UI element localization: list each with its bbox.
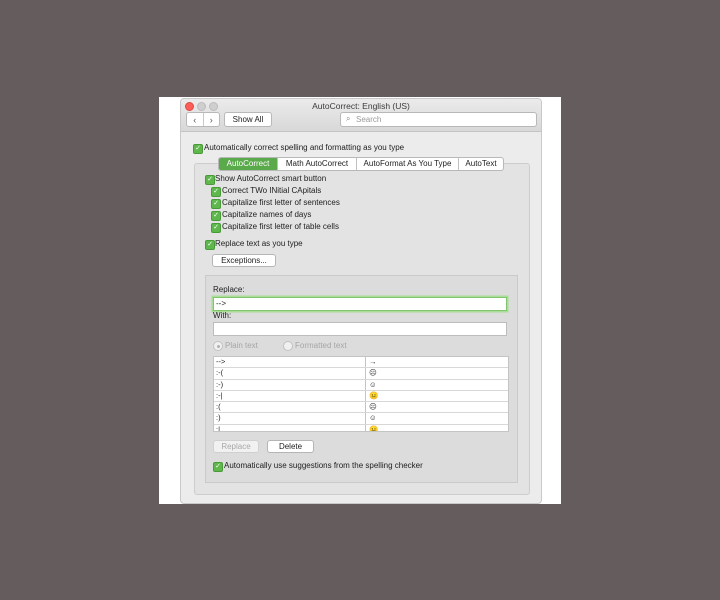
formatted-text-radio[interactable] [283, 341, 293, 351]
replace-label: Replace: [213, 285, 245, 294]
auto-correct-checkbox[interactable]: ✓ [193, 144, 203, 154]
auto-correct-label: Automatically correct spelling and forma… [204, 143, 405, 152]
nav-buttons: ‹ › [186, 112, 220, 127]
with-input-value [214, 324, 216, 333]
spelling-suggestions-checkbox[interactable]: ✓ [213, 462, 223, 472]
tab-autoformat[interactable]: AutoFormat As You Type [357, 158, 459, 170]
chevron-right-icon: › [209, 114, 213, 125]
show-smart-button-label: Show AutoCorrect smart button [215, 174, 327, 183]
replace-input[interactable]: --> [213, 297, 507, 311]
autocorrect-window: AutoCorrect: English (US) ‹ › Show All ⌕… [180, 98, 542, 504]
tab-autotext[interactable]: AutoText [459, 158, 503, 170]
search-placeholder: Search [356, 115, 382, 124]
replace-cell: :( [216, 402, 221, 412]
tab-math-autocorrect[interactable]: Math AutoCorrect [278, 158, 357, 170]
with-cell: ☹ [369, 368, 377, 378]
window-title: AutoCorrect: English (US) [312, 101, 410, 111]
two-initial-caps-label: Correct TWo INitial CApitals [222, 186, 322, 195]
replace-cell: :-( [216, 368, 224, 378]
plain-text-label: Plain text [225, 341, 258, 350]
table-row[interactable]: :-| 😐 [214, 390, 508, 403]
table-row[interactable]: --> → [214, 357, 508, 369]
autocorrect-table[interactable]: --> → :-( ☹ :-) ☺ :-| 😐 :( ☹ :) ☺ :| 😐 [213, 356, 509, 432]
cap-table-cells-checkbox[interactable]: ✓ [211, 223, 221, 233]
replace-cell: :) [216, 413, 221, 423]
replace-text-checkbox[interactable]: ✓ [205, 240, 215, 250]
replace-cell: :-| [216, 390, 223, 400]
search-input[interactable]: ⌕ Search [340, 112, 537, 127]
with-input[interactable] [213, 322, 507, 336]
cap-table-cells-label: Capitalize first letter of table cells [222, 222, 339, 231]
replace-input-value: --> [216, 299, 226, 308]
cap-first-sentence-checkbox[interactable]: ✓ [211, 199, 221, 209]
table-row[interactable]: :) ☺ [214, 413, 508, 425]
table-row[interactable]: :-( ☹ [214, 368, 508, 380]
with-label: With: [213, 311, 232, 320]
replace-cell: --> [216, 357, 226, 366]
with-cell: ☺ [369, 413, 377, 423]
chevron-left-icon: ‹ [193, 114, 197, 125]
forward-button[interactable]: › [204, 113, 220, 126]
replace-text-label: Replace text as you type [215, 239, 303, 248]
with-cell: ☹ [369, 402, 377, 412]
show-smart-button-checkbox[interactable]: ✓ [205, 175, 215, 185]
with-cell: → [369, 357, 377, 366]
title-bar: AutoCorrect: English (US) ‹ › Show All ⌕… [181, 99, 541, 132]
delete-button[interactable]: Delete [267, 440, 314, 453]
cap-days-label: Capitalize names of days [222, 210, 312, 219]
tab-bar: AutoCorrect Math AutoCorrect AutoFormat … [218, 157, 504, 171]
spelling-suggestions-label: Automatically use suggestions from the s… [224, 461, 423, 470]
table-row[interactable]: :| 😐 [214, 424, 508, 432]
with-cell: ☺ [369, 379, 377, 389]
replace-button[interactable]: Replace [213, 440, 259, 453]
table-row[interactable]: :( ☹ [214, 402, 508, 414]
cap-days-checkbox[interactable]: ✓ [211, 211, 221, 221]
magnifier-icon: ⌕ [346, 114, 351, 123]
replace-cell: :-) [216, 379, 224, 389]
two-initial-caps-checkbox[interactable]: ✓ [211, 187, 221, 197]
with-cell: 😐 [369, 390, 379, 400]
back-button[interactable]: ‹ [187, 113, 204, 126]
plain-text-radio[interactable] [213, 341, 223, 351]
show-all-button[interactable]: Show All [224, 112, 272, 127]
replace-cell: :| [216, 424, 221, 432]
with-cell: 😐 [369, 424, 379, 432]
formatted-text-label: Formatted text [295, 341, 347, 350]
tab-autocorrect[interactable]: AutoCorrect [219, 158, 278, 170]
table-row[interactable]: :-) ☺ [214, 380, 508, 391]
exceptions-button[interactable]: Exceptions... [212, 254, 276, 267]
cap-first-sentence-label: Capitalize first letter of sentences [222, 198, 340, 207]
